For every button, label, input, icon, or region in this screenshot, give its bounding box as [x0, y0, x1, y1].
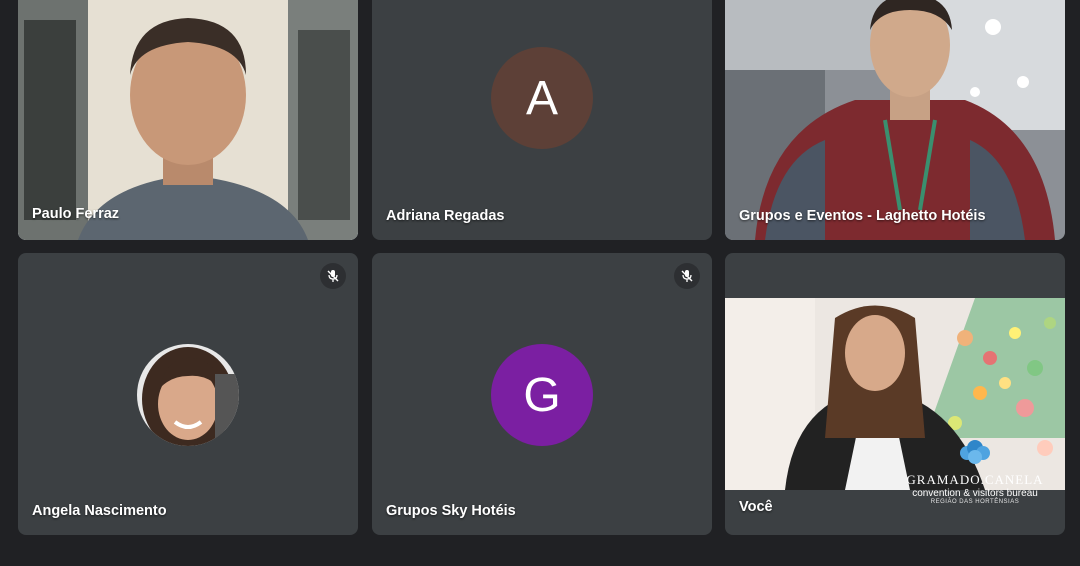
mic-off-icon [674, 263, 700, 289]
participant-tile-self[interactable]: Você GRAMADO.CANELA convention & visitor… [725, 253, 1065, 535]
watermark-logo: GRAMADO.CANELA convention & visitors bur… [905, 439, 1045, 505]
participant-video [18, 0, 358, 240]
participant-name: Grupos e Eventos - Laghetto Hotéis [739, 208, 986, 224]
participant-tile-adriana-regadas[interactable]: A Adriana Regadas [372, 0, 712, 240]
avatar-photo [137, 344, 239, 446]
participant-name: Você [739, 499, 773, 515]
participant-tile-angela-nascimento[interactable]: Angela Nascimento [18, 253, 358, 535]
participant-name: Adriana Regadas [386, 208, 505, 224]
avatar: A [491, 47, 593, 149]
participant-tile-paulo-ferraz[interactable]: Paulo Ferraz [18, 0, 358, 240]
participant-video [725, 0, 1065, 240]
participant-name: Paulo Ferraz [32, 206, 120, 222]
avatar-initial: G [523, 368, 561, 422]
avatar-initial: A [525, 71, 558, 125]
watermark-region: REGIÃO DAS HORTÊNSIAS [930, 499, 1020, 505]
participant-tile-grupos-e-eventos[interactable]: Grupos e Eventos - Laghetto Hotéis [725, 0, 1065, 240]
participant-tile-grupos-sky-hoteis[interactable]: G Grupos Sky Hotéis [372, 253, 712, 535]
participant-name: Angela Nascimento [32, 503, 167, 519]
hydrangea-icon [960, 440, 990, 464]
watermark-brand: GRAMADO.CANELA [906, 472, 1044, 487]
watermark-tagline: convention & visitors bureau [912, 488, 1038, 499]
participant-name: Grupos Sky Hotéis [386, 503, 516, 519]
avatar: G [491, 344, 593, 446]
mic-off-icon [320, 263, 346, 289]
